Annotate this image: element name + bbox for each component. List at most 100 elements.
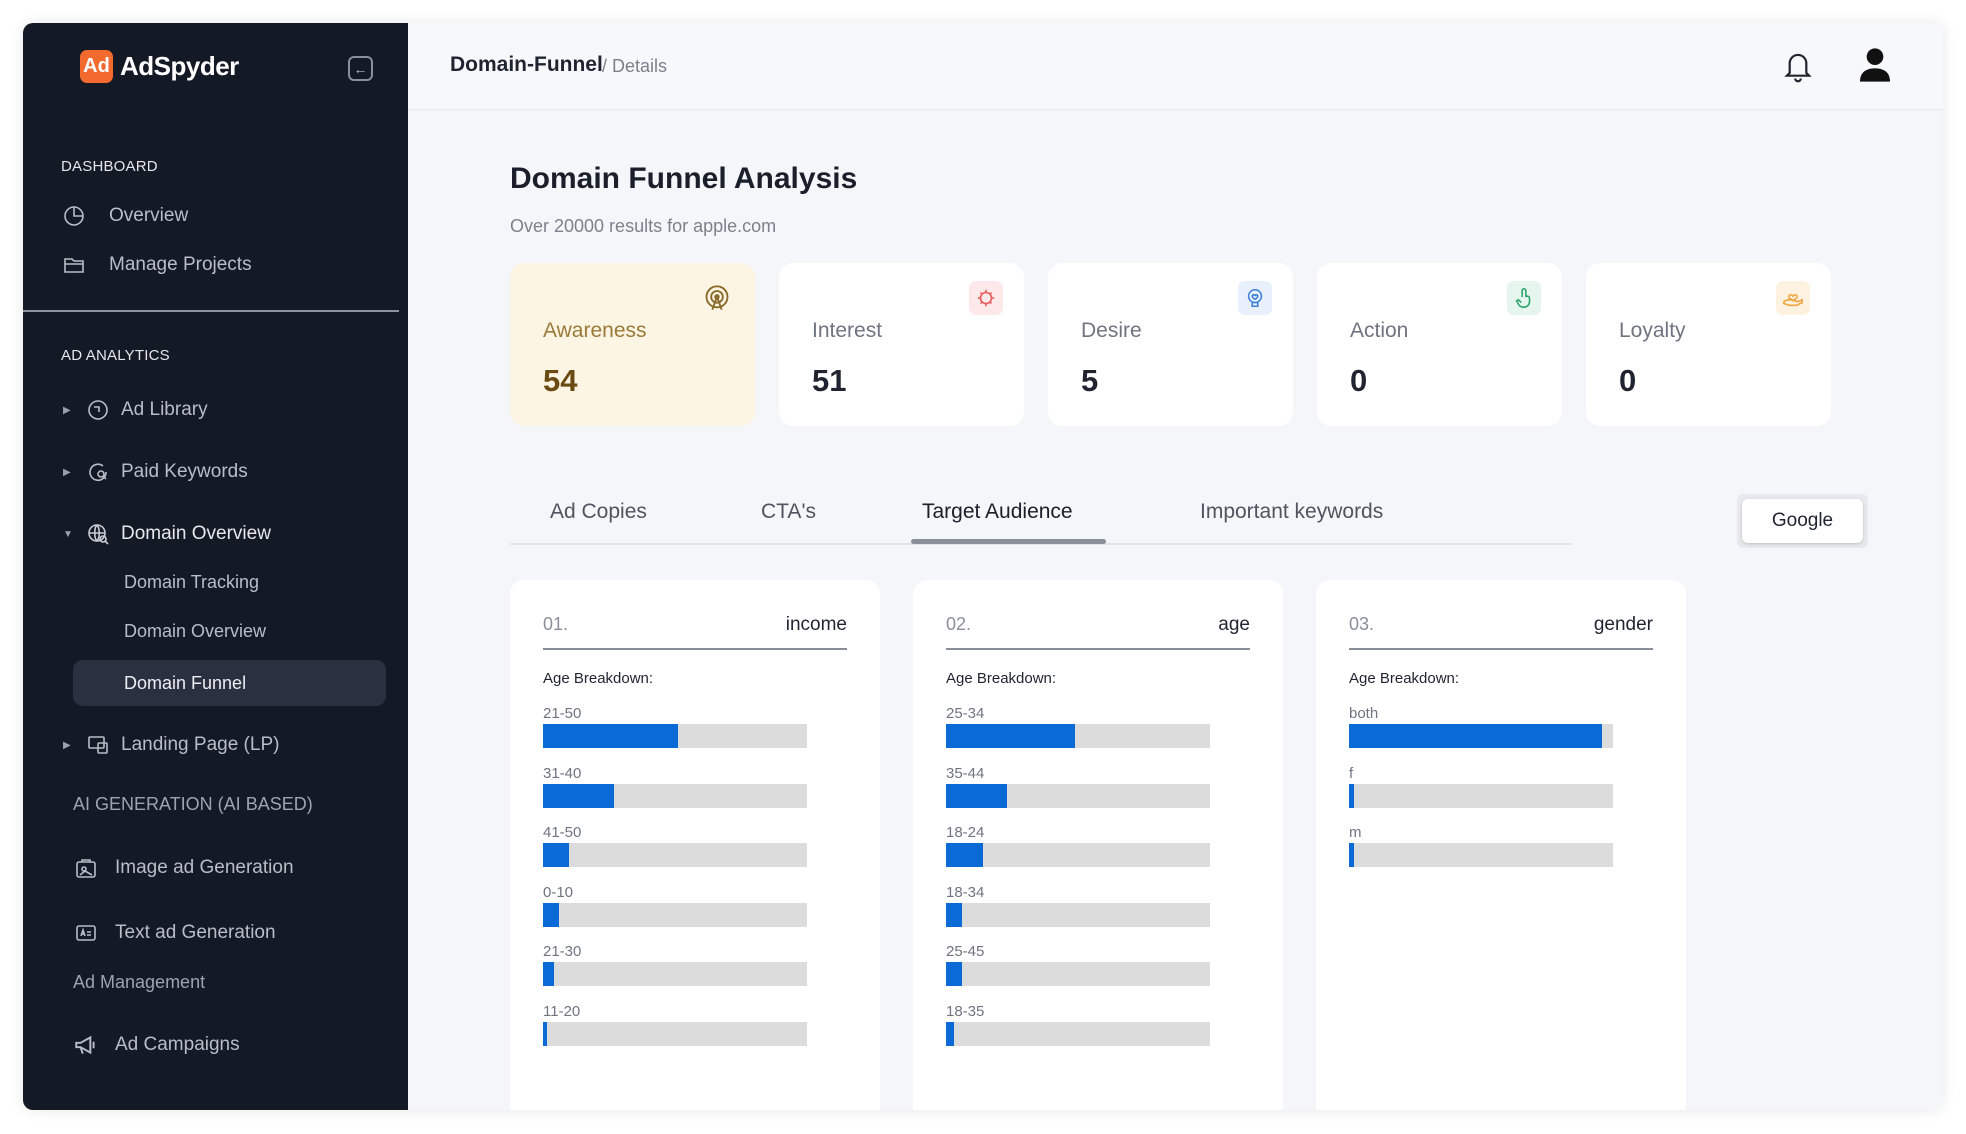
breadcrumb-details: / Details [602, 56, 668, 76]
collapse-sidebar-button[interactable]: ← [348, 56, 373, 81]
card-key: income [785, 614, 847, 635]
card-divider [543, 648, 847, 650]
stat-name: Action [1350, 319, 1409, 342]
tab-important-keywords[interactable]: Important keywords [1200, 500, 1383, 524]
app-window: Ad AdSpyder ← DASHBOARD Overview Manage … [23, 23, 1943, 1110]
landing-page-icon [85, 732, 111, 758]
tab-target-audience[interactable]: Target Audience [922, 500, 1073, 524]
stat-card-action[interactable]: Action 0 [1317, 263, 1562, 426]
sidebar-item-label: Paid Keywords [121, 461, 248, 482]
stat-value: 0 [1619, 363, 1637, 398]
active-tab-indicator [911, 539, 1106, 544]
bar-track [946, 724, 1210, 748]
user-avatar-icon[interactable] [1855, 45, 1895, 85]
bar-track [946, 1021, 1210, 1046]
card-header: 01. income [543, 614, 847, 638]
bar-track [946, 843, 1210, 867]
sidebar-subitem-domain-overview[interactable]: Domain Overview [124, 621, 266, 642]
sidebar-item-overview[interactable]: Overview [61, 203, 188, 229]
audience-card-income: 01. income Age Breakdown: 21-50 31-40 41-5… [510, 580, 880, 1110]
bar-track [543, 783, 807, 808]
card-divider [1349, 648, 1653, 650]
bar-track [946, 962, 1210, 986]
stat-card-interest[interactable]: Interest 51 [779, 263, 1024, 426]
bar-label: 31-40 [543, 764, 582, 782]
caret-right-icon: ▶ [63, 466, 71, 478]
notification-bell-icon[interactable] [1781, 48, 1815, 84]
page-title: Domain Funnel Analysis [510, 162, 858, 195]
platform-google-button[interactable]: Google [1742, 499, 1863, 543]
sidebar-item-paid-keywords[interactable]: ▶ Paid Keywords [63, 459, 248, 485]
bar-row: m [1349, 824, 1613, 867]
sidebar-item-label: Landing Page (LP) [121, 734, 280, 755]
bar-row: f [1349, 765, 1613, 808]
bar-fill [543, 843, 569, 867]
stat-value: 51 [812, 363, 847, 398]
caret-right-icon: ▶ [63, 739, 71, 751]
stat-name: Loyalty [1619, 319, 1686, 342]
stat-card-desire[interactable]: Desire 5 [1048, 263, 1293, 426]
caret-down-icon: ▼ [63, 528, 73, 540]
sidebar-item-manage-projects[interactable]: Manage Projects [61, 252, 252, 278]
bar-fill [543, 902, 559, 927]
stat-card-awareness[interactable]: Awareness 54 [510, 263, 755, 426]
bar-fill [1349, 783, 1354, 808]
sidebar-item-label: Domain Overview [121, 523, 271, 544]
card-number: 01. [543, 614, 569, 634]
brand-name: AdSpyder [120, 51, 239, 81]
bar-row: 25-34 [946, 705, 1210, 748]
bar-track [1349, 724, 1613, 748]
ai-generation-section-title: AI GENERATION (AI BASED) [73, 794, 313, 814]
globe-search-icon [85, 521, 111, 547]
sidebar-subitem-domain-funnel[interactable]: Domain Funnel [73, 660, 386, 706]
tab-ctas[interactable]: CTA's [761, 500, 816, 524]
bar-label: m [1349, 824, 1362, 841]
stat-card-loyalty[interactable]: Loyalty 0 [1586, 263, 1831, 426]
card-header: 02. age [946, 614, 1250, 638]
stat-name: Awareness [543, 319, 647, 342]
sidebar-item-ad-library[interactable]: ▶ Ad Library [63, 397, 208, 423]
sidebar-item-image-ad-generation[interactable]: Image ad Generation [73, 855, 294, 881]
sidebar-divider [23, 310, 399, 312]
tap-icon [1507, 281, 1541, 315]
bar-row: both [1349, 705, 1613, 748]
bar-track [543, 1021, 807, 1046]
bar-fill [543, 783, 614, 808]
bar-fill [946, 843, 983, 867]
bar-fill [946, 724, 1075, 748]
sidebar-item-domain-overview[interactable]: ▼ Domain Overview [63, 521, 271, 547]
image-ad-icon [73, 855, 99, 881]
bar-label: 21-50 [543, 705, 582, 722]
sidebar-item-label: Ad Library [121, 399, 208, 420]
ad-analytics-section-title: AD ANALYTICS [61, 347, 170, 364]
stat-value: 54 [543, 363, 578, 398]
sidebar-item-label: Text ad Generation [115, 922, 276, 943]
stat-value: 0 [1350, 363, 1368, 398]
bar-fill [1349, 724, 1602, 748]
megaphone-icon [73, 1032, 99, 1058]
brain-icon [969, 281, 1003, 315]
sidebar-item-ad-campaigns[interactable]: Ad Campaigns [73, 1032, 240, 1058]
library-icon [85, 397, 111, 423]
brand-logo[interactable]: Ad AdSpyder [80, 50, 239, 83]
bar-fill [543, 962, 554, 986]
stat-name: Desire [1081, 319, 1142, 342]
audience-card-gender: 03. gender Age Breakdown: both f m [1316, 580, 1686, 1110]
heart-brain-icon [1238, 281, 1272, 315]
bar-track [543, 902, 807, 927]
bar-label: 11-20 [543, 1002, 581, 1020]
bar-row: 21-30 [543, 943, 807, 986]
breadcrumb-current[interactable]: Domain-Funnel [450, 53, 603, 77]
sidebar-subitem-domain-tracking[interactable]: Domain Tracking [124, 572, 259, 593]
sidebar-item-landing-page[interactable]: ▶ Landing Page (LP) [63, 732, 279, 758]
stat-name: Interest [812, 319, 883, 342]
bar-label: f [1349, 764, 1354, 782]
card-divider [946, 648, 1250, 650]
card-key: age [1218, 614, 1250, 635]
sidebar-item-text-ad-generation[interactable]: Text ad Generation [73, 920, 276, 946]
bar-row: 41-50 [543, 824, 807, 867]
bar-fill [543, 724, 678, 748]
card-subtitle: Age Breakdown: [1349, 670, 1460, 687]
tab-ad-copies[interactable]: Ad Copies [550, 500, 647, 524]
bar-row: 18-34 [946, 884, 1210, 927]
